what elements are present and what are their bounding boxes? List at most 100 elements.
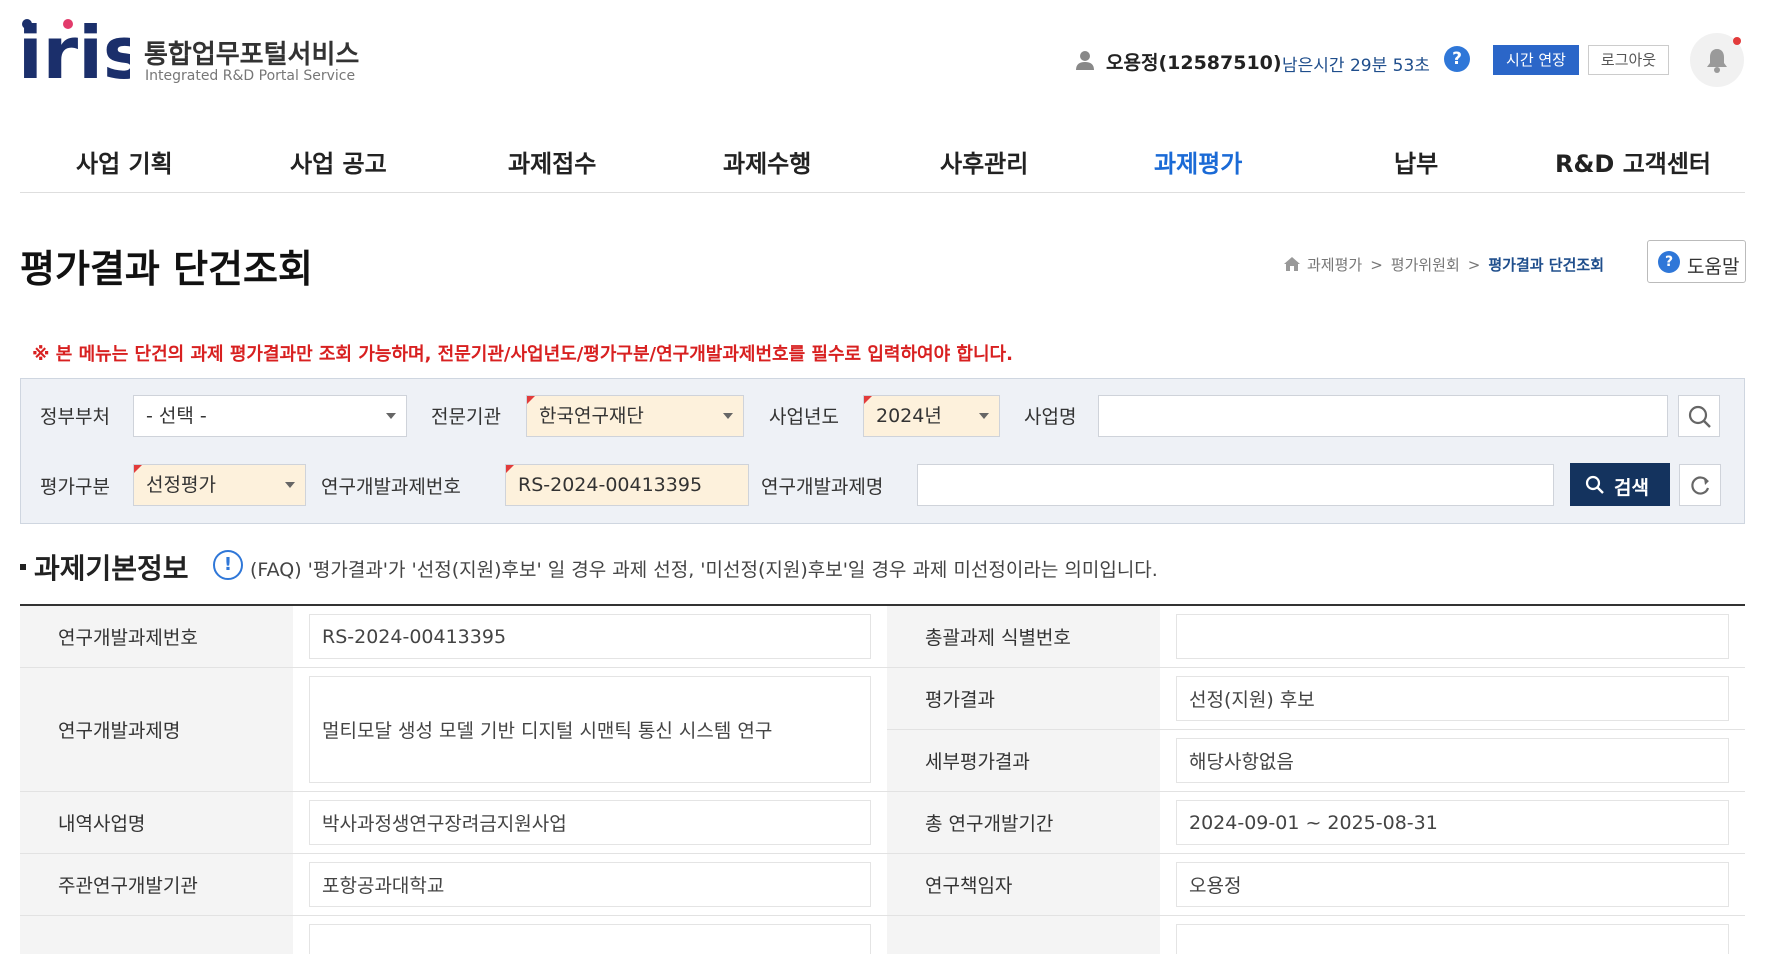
rnd-number-label: 연구개발과제번호 — [321, 476, 461, 498]
sub-program-header: 내역사업명 — [20, 792, 293, 854]
rnd-name-value: 멀티모달 생성 모델 기반 디지털 시맨틱 통신 시스템 연구 — [309, 676, 871, 783]
nav-post-management[interactable]: 사후관리 — [940, 144, 1028, 179]
required-fields-notice: ※ 본 메뉴는 단건의 과제 평가결과만 조회 가능하며, 전문기관/사업년도/… — [32, 344, 1013, 365]
breadcrumb: 과제평가 > 평가위원회 > 평가결과 단건조회 — [1283, 254, 1604, 275]
eval-type-select-value: 선정평가 — [146, 474, 216, 496]
year-label: 사업년도 — [769, 406, 839, 428]
rnd-number-cell: RS-2024-00413395 — [293, 606, 887, 668]
table-row-header — [20, 916, 293, 954]
session-remaining-time: 남은시간 29분 53초 — [1282, 56, 1430, 76]
bell-icon — [1707, 49, 1727, 73]
info-icon: ! — [213, 550, 243, 580]
detail-result-header: 세부평가결과 — [887, 730, 1160, 792]
ministry-select-value: - 선택 - — [146, 405, 207, 427]
host-org-header: 주관연구개발기관 — [20, 854, 293, 916]
rnd-number-header: 연구개발과제번호 — [20, 606, 293, 668]
rnd-number-input[interactable]: RS-2024-00413395 — [505, 464, 749, 506]
umbrella-id-cell — [1160, 606, 1745, 668]
search-button[interactable]: 검색 — [1570, 463, 1670, 506]
user-name: 오용정(12587510) — [1106, 52, 1282, 74]
breadcrumb-item[interactable]: 평가위원회 — [1391, 256, 1460, 274]
breadcrumb-separator: > — [1370, 256, 1383, 274]
chevron-down-icon — [979, 413, 989, 419]
agency-select[interactable]: 한국연구재단 — [526, 395, 744, 437]
table-row-header — [887, 916, 1160, 954]
rnd-name-input[interactable] — [917, 464, 1554, 506]
session-help-icon[interactable]: ? — [1444, 46, 1470, 72]
section-title: 과제기본정보 — [20, 547, 189, 587]
main-nav: 사업 기획 사업 공고 과제접수 과제수행 사후관리 과제평가 납부 R&D 고… — [20, 135, 1745, 193]
rnd-number-value: RS-2024-00413395 — [309, 614, 871, 659]
ministry-label: 정부부처 — [40, 406, 110, 428]
rnd-name-header: 연구개발과제명 — [20, 668, 293, 792]
umbrella-id-value — [1176, 614, 1729, 659]
eval-result-header: 평가결과 — [887, 668, 1160, 730]
rnd-name-label: 연구개발과제명 — [761, 476, 884, 498]
help-button[interactable]: ? 도움말 — [1647, 240, 1746, 283]
table-row-value — [309, 924, 871, 954]
project-name-label: 사업명 — [1024, 406, 1077, 428]
bullet-icon — [20, 564, 26, 570]
eval-result-cell: 선정(지원) 후보 — [1160, 668, 1745, 730]
header: iris 통합업무포털서비스 Integrated R&D Portal Ser… — [0, 0, 1773, 120]
help-label: 도움말 — [1687, 256, 1740, 278]
basic-info-table: 연구개발과제번호 RS-2024-00413395 총괄과제 식별번호 연구개발… — [20, 604, 1745, 954]
nav-payment[interactable]: 납부 — [1394, 144, 1438, 179]
search-icon — [1688, 405, 1711, 428]
nav-customer-center[interactable]: R&D 고객센터 — [1555, 144, 1711, 179]
table-row-cell — [293, 916, 887, 954]
period-header: 총 연구개발기간 — [887, 792, 1160, 854]
chevron-down-icon — [386, 413, 396, 419]
faq-notice: (FAQ) '평가결과'가 '선정(지원)후보' 일 경우 과제 선정, '미선… — [250, 559, 1158, 581]
host-org-value: 포항공과대학교 — [309, 862, 871, 907]
period-cell: 2024-09-01 ~ 2025-08-31 — [1160, 792, 1745, 854]
reset-button[interactable] — [1679, 464, 1721, 506]
nav-business-announcement[interactable]: 사업 공고 — [290, 144, 387, 179]
period-value: 2024-09-01 ~ 2025-08-31 — [1176, 800, 1729, 845]
sub-program-cell: 박사과정생연구장려금지원사업 — [293, 792, 887, 854]
nav-project-submission[interactable]: 과제접수 — [508, 144, 596, 179]
pi-header: 연구책임자 — [887, 854, 1160, 916]
section-title-text: 과제기본정보 — [34, 552, 189, 585]
breadcrumb-separator: > — [1467, 256, 1481, 274]
breadcrumb-current: 평가결과 단건조회 — [1488, 256, 1604, 274]
agency-select-value: 한국연구재단 — [539, 405, 644, 427]
chevron-down-icon — [723, 413, 733, 419]
detail-result-cell: 해당사항없음 — [1160, 730, 1745, 792]
ministry-select[interactable]: - 선택 - — [133, 395, 407, 437]
extend-session-button[interactable]: 시간 연장 — [1493, 45, 1579, 75]
nav-project-evaluation[interactable]: 과제평가 — [1154, 144, 1242, 179]
project-name-input[interactable] — [1098, 395, 1668, 437]
refresh-icon — [1691, 476, 1710, 495]
table-row-value — [1176, 924, 1729, 954]
page-title: 평가결과 단건조회 — [20, 247, 313, 291]
portal-title: 통합업무포털서비스 — [144, 40, 360, 70]
project-search-button[interactable] — [1678, 395, 1720, 437]
logout-button[interactable]: 로그아웃 — [1588, 45, 1669, 75]
year-select[interactable]: 2024년 — [863, 395, 1000, 437]
pi-cell: 오용정 — [1160, 854, 1745, 916]
chevron-down-icon — [285, 482, 295, 488]
user-icon — [1076, 51, 1094, 70]
nav-business-planning[interactable]: 사업 기획 — [76, 144, 173, 179]
agency-label: 전문기관 — [431, 406, 501, 428]
umbrella-id-header: 총괄과제 식별번호 — [887, 606, 1160, 668]
eval-type-label: 평가구분 — [40, 476, 110, 498]
sub-program-value: 박사과정생연구장려금지원사업 — [309, 800, 871, 845]
search-button-label: 검색 — [1614, 477, 1649, 499]
notification-dot — [1733, 37, 1741, 45]
detail-result-value: 해당사항없음 — [1176, 738, 1729, 783]
iris-logo[interactable]: iris — [18, 16, 130, 86]
table-row-cell — [1160, 916, 1745, 954]
eval-type-select[interactable]: 선정평가 — [133, 464, 306, 506]
home-icon[interactable] — [1283, 256, 1301, 272]
logo-text: iris — [18, 16, 130, 86]
eval-result-value: 선정(지원) 후보 — [1176, 676, 1729, 721]
help-icon: ? — [1658, 251, 1680, 273]
search-icon — [1585, 475, 1604, 494]
nav-project-execution[interactable]: 과제수행 — [723, 144, 811, 179]
breadcrumb-item[interactable]: 과제평가 — [1307, 256, 1362, 274]
host-org-cell: 포항공과대학교 — [293, 854, 887, 916]
rnd-name-cell: 멀티모달 생성 모델 기반 디지털 시맨틱 통신 시스템 연구 — [293, 668, 887, 792]
year-select-value: 2024년 — [876, 405, 942, 427]
